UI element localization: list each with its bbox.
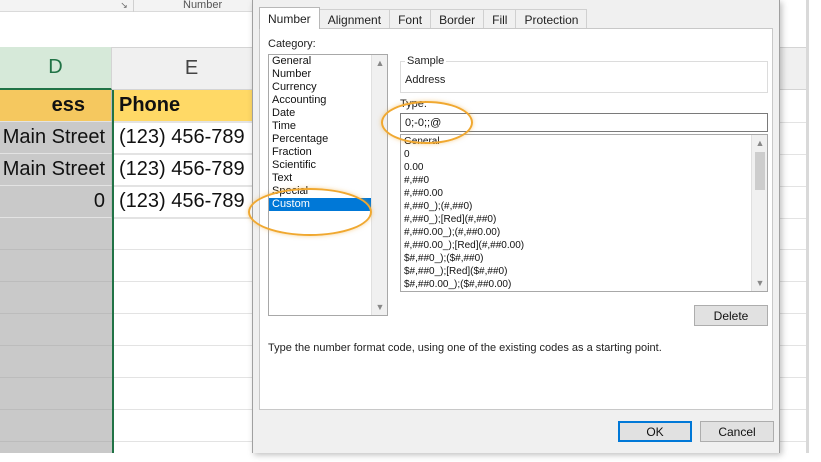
- type-input[interactable]: [400, 113, 768, 132]
- category-item-accounting[interactable]: Accounting: [269, 94, 387, 107]
- scroll-down-icon[interactable]: ▼: [372, 299, 387, 315]
- format-item[interactable]: #,##0.00: [401, 187, 767, 200]
- scroll-up-icon[interactable]: ▲: [752, 135, 767, 151]
- format-item[interactable]: #,##0: [401, 174, 767, 187]
- scroll-thumb[interactable]: [755, 152, 765, 190]
- category-label: Category:: [268, 38, 316, 50]
- cell-d-row2[interactable]: Main Street: [0, 154, 112, 186]
- cell-e-row3[interactable]: (123) 456-789: [114, 186, 272, 218]
- category-item-special[interactable]: Special: [269, 185, 387, 198]
- tab-font[interactable]: Font: [389, 9, 432, 29]
- format-cells-dialog: Number Alignment Font Border Fill Protec…: [252, 0, 780, 453]
- category-item-custom[interactable]: Custom: [269, 198, 387, 211]
- format-item[interactable]: #,##0_);[Red](#,##0): [401, 213, 767, 226]
- column-header-e[interactable]: E: [112, 47, 272, 90]
- sample-value: Address: [405, 74, 446, 86]
- category-item-currency[interactable]: Currency: [269, 81, 387, 94]
- cell-d-row3[interactable]: 0: [0, 186, 112, 218]
- format-code-list[interactable]: General 0 0.00 #,##0 #,##0.00 #,##0_);(#…: [400, 134, 768, 292]
- cell-e-header[interactable]: Phone: [114, 90, 272, 122]
- category-item-general[interactable]: General: [269, 55, 387, 68]
- cell-d-row1[interactable]: Main Street: [0, 122, 112, 154]
- format-item[interactable]: #,##0.00_);(#,##0.00): [401, 226, 767, 239]
- format-item[interactable]: #,##0_);(#,##0): [401, 200, 767, 213]
- bottom-margin: [0, 453, 821, 462]
- category-item-percentage[interactable]: Percentage: [269, 133, 387, 146]
- format-item[interactable]: #,##0.00_);[Red](#,##0.00): [401, 239, 767, 252]
- tab-border[interactable]: Border: [430, 9, 485, 29]
- ok-button[interactable]: OK: [618, 421, 692, 442]
- scroll-down-icon[interactable]: ▼: [752, 275, 767, 291]
- column-d-selection-fill: [0, 218, 112, 453]
- tab-protection[interactable]: Protection: [515, 9, 588, 29]
- sample-label: Sample: [405, 55, 447, 67]
- category-list[interactable]: General Number Currency Accounting Date …: [268, 54, 388, 316]
- cell-e-row1[interactable]: (123) 456-789: [114, 122, 272, 154]
- scroll-up-icon[interactable]: ▲: [372, 55, 387, 71]
- format-item[interactable]: $#,##0_);[Red]($#,##0): [401, 265, 767, 278]
- delete-button[interactable]: Delete: [694, 305, 768, 326]
- tab-number[interactable]: Number: [259, 7, 320, 29]
- sample-group: Sample Address: [400, 55, 768, 93]
- ribbon-group-number-label: Number: [183, 0, 223, 11]
- category-item-fraction[interactable]: Fraction: [269, 146, 387, 159]
- format-item[interactable]: 0.00: [401, 161, 767, 174]
- category-item-scientific[interactable]: Scientific: [269, 159, 387, 172]
- tab-alignment[interactable]: Alignment: [318, 9, 391, 29]
- window-edge: [806, 0, 809, 453]
- ribbon-strip: ↘ Number: [0, 0, 260, 12]
- format-item[interactable]: General: [401, 135, 767, 148]
- format-item[interactable]: 0: [401, 148, 767, 161]
- format-item[interactable]: $#,##0_);($#,##0): [401, 252, 767, 265]
- format-hint-text: Type the number format code, using one o…: [268, 342, 662, 354]
- ribbon-separator: [133, 0, 134, 12]
- category-item-text[interactable]: Text: [269, 172, 387, 185]
- cell-d-header[interactable]: ess: [0, 90, 112, 122]
- dialog-tabs: Number Alignment Font Border Fill Protec…: [259, 7, 588, 29]
- cell-e-row2[interactable]: (123) 456-789: [114, 154, 272, 186]
- cancel-button[interactable]: Cancel: [700, 421, 774, 442]
- category-item-time[interactable]: Time: [269, 120, 387, 133]
- type-label: Type:: [400, 98, 427, 110]
- category-scrollbar[interactable]: ▲ ▼: [371, 55, 387, 315]
- selection-border: [112, 90, 114, 453]
- column-header-d[interactable]: D: [0, 47, 112, 90]
- format-list-scrollbar[interactable]: ▲ ▼: [751, 135, 767, 291]
- tab-fill[interactable]: Fill: [483, 9, 517, 29]
- category-item-number[interactable]: Number: [269, 68, 387, 81]
- category-item-date[interactable]: Date: [269, 107, 387, 120]
- dialog-launcher-icon[interactable]: ↘: [118, 0, 130, 12]
- format-item[interactable]: $#,##0.00_);($#,##0.00): [401, 278, 767, 291]
- number-tab-panel: Category: General Number Currency Accoun…: [259, 28, 773, 410]
